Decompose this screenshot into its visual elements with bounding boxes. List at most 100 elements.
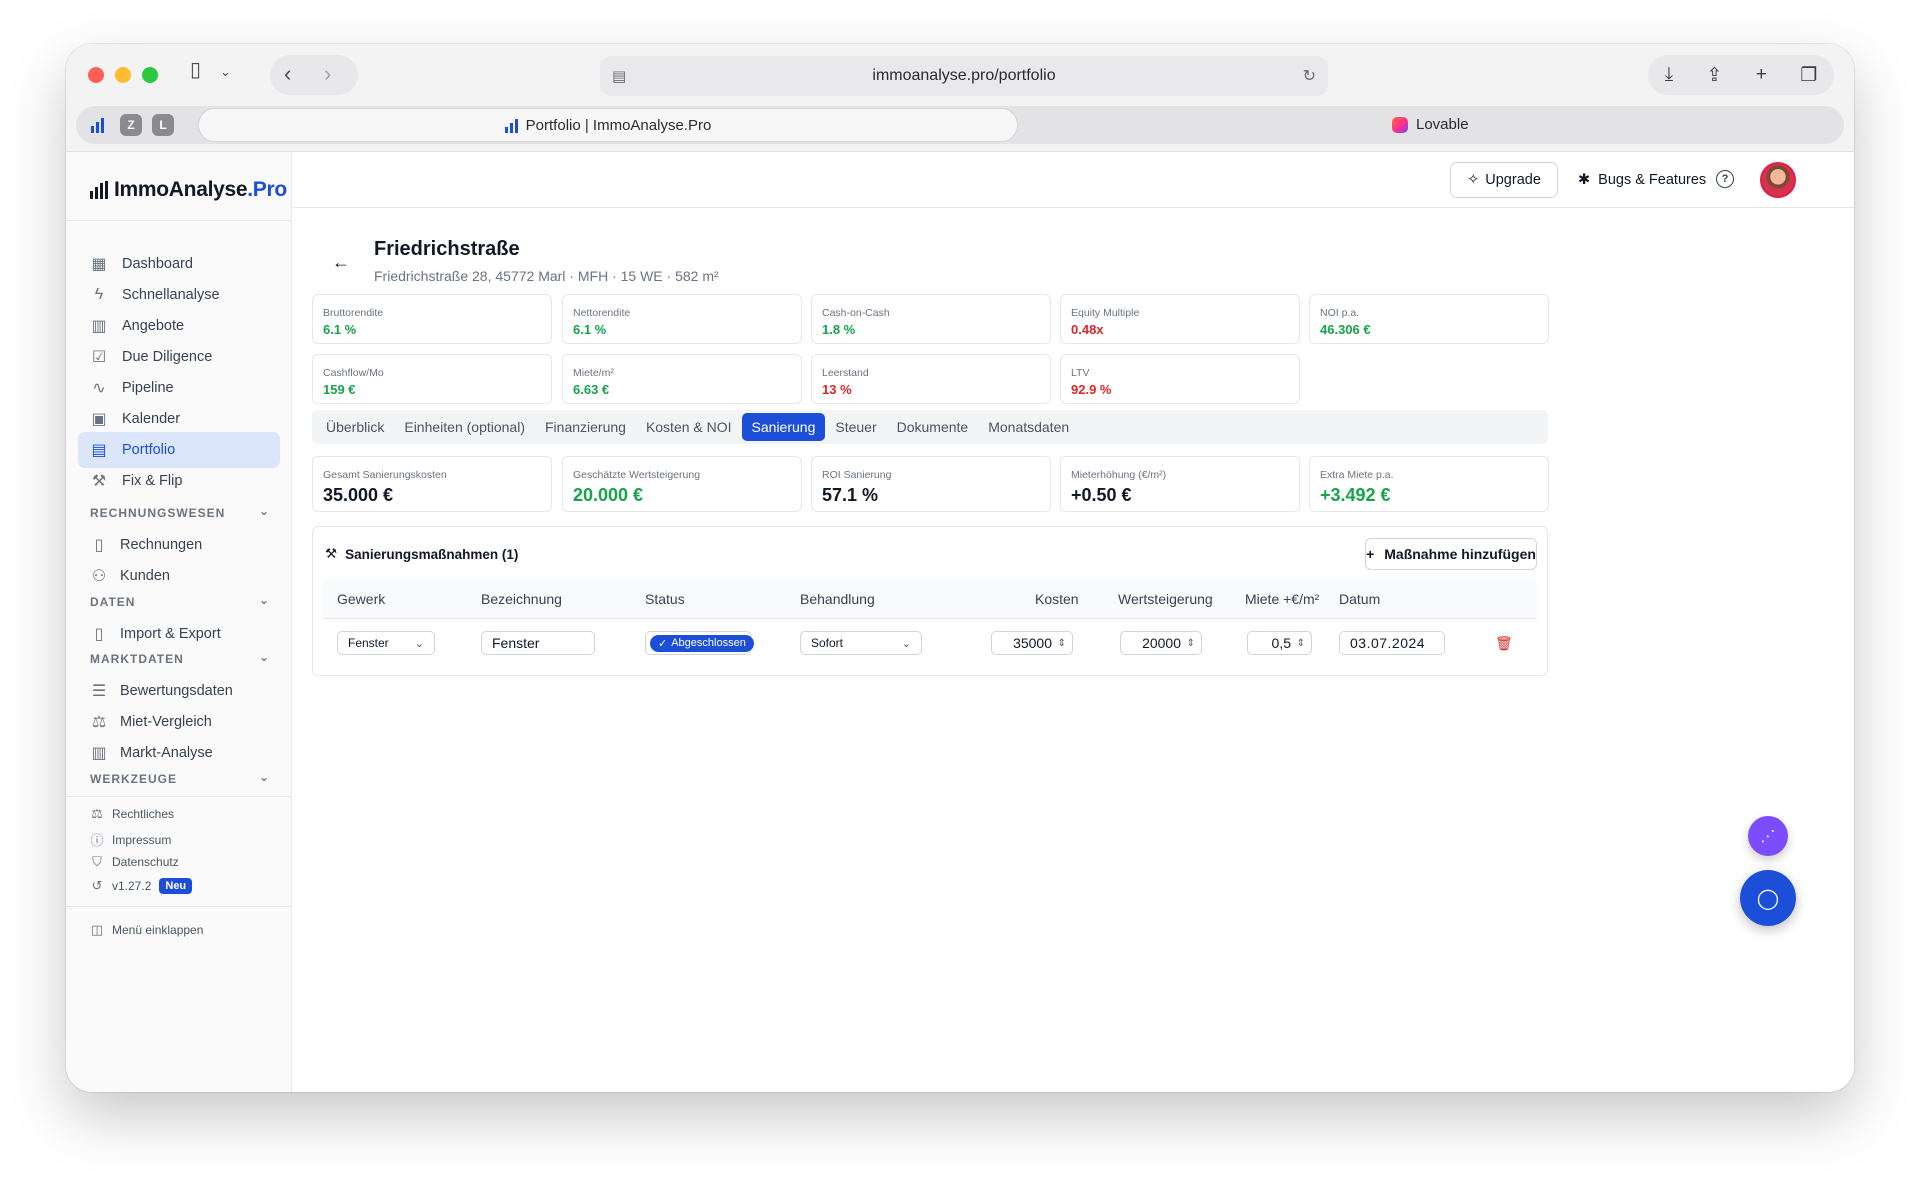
download-icon[interactable]: ⤓ <box>1665 64 1673 86</box>
grid-icon: ▦ <box>91 256 107 273</box>
behandlung-value: Sofort <box>811 636 844 650</box>
datum-input[interactable]: 03.07.2024 <box>1339 631 1445 655</box>
column-header-kosten: Kosten <box>1035 591 1079 607</box>
link-impressum[interactable]: ⓘ Impressum <box>90 830 171 849</box>
chevron-down-icon: ⌄ <box>258 650 270 664</box>
kpi-label: Miete/m² <box>573 367 614 379</box>
kpi-label: NOI p.a. <box>1320 307 1360 319</box>
stat-card-roi: ROI Sanierung 57.1 % <box>811 456 1051 512</box>
forward-icon[interactable]: › <box>324 63 331 85</box>
wertsteigerung-input[interactable]: 20000 ⇕ <box>1120 631 1202 655</box>
section-marktdaten[interactable]: MARKTDATEN ⌄ <box>90 650 270 666</box>
maximize-window-button[interactable] <box>142 67 158 83</box>
section-title: WERKZEUGE <box>90 772 177 786</box>
tab-finanzierung[interactable]: Finanzierung <box>535 413 636 441</box>
wertsteigerung-value: 20000 <box>1142 635 1181 651</box>
check-icon: ✓ <box>658 637 668 650</box>
stat-label: Gesamt Sanierungskosten <box>323 469 447 481</box>
miete-input[interactable]: 0,5 ⇕ <box>1247 631 1312 655</box>
link-datenschutz[interactable]: ⛉ Datenschutz <box>90 854 179 870</box>
section-daten[interactable]: DATEN ⌄ <box>90 593 270 609</box>
kpi-card: Bruttorendite 6.1 % <box>312 294 552 344</box>
property-title: Friedrichstraße <box>374 238 520 260</box>
nav-label: Kalender <box>122 411 181 427</box>
tab-kosten-noi[interactable]: Kosten & NOI <box>636 413 742 441</box>
upgrade-button[interactable]: ✧ Upgrade <box>1450 162 1558 198</box>
bugs-features-button[interactable]: ✱ Bugs & Features <box>1578 162 1706 198</box>
tab-overview-icon[interactable]: ❐ <box>1800 64 1817 87</box>
minimize-window-button[interactable] <box>115 67 131 83</box>
info-icon: ⓘ <box>90 833 104 848</box>
back-arrow-icon[interactable]: ← <box>332 252 350 273</box>
file-icon: ▯ <box>94 626 104 643</box>
pinned-tab-l[interactable]: L <box>152 114 174 136</box>
nav-label: Pipeline <box>122 380 174 396</box>
add-measure-button[interactable]: + Maßnahme hinzufügen <box>1365 538 1537 570</box>
tab-monatsdaten[interactable]: Monatsdaten <box>978 413 1079 441</box>
trash-icon[interactable]: 🗑 <box>1495 635 1513 652</box>
reload-icon[interactable]: ↻ <box>1303 66 1316 86</box>
page-settings-icon[interactable]: ▤ <box>612 67 626 85</box>
stepper-icon[interactable]: ⇕ <box>1058 638 1066 649</box>
sidebar-toggle-icon[interactable]: ▯ <box>190 60 201 80</box>
chat-fab[interactable]: ◯ <box>1740 870 1796 926</box>
address-bar[interactable]: ▤ immoanalyse.pro/portfolio ↻ <box>600 56 1328 96</box>
collapse-menu-button[interactable]: ◫ Menü einklappen <box>90 922 204 938</box>
tab-ueberblick[interactable]: Überblick <box>316 413 394 441</box>
app-logo[interactable]: ImmoAnalyse.Pro <box>90 178 287 202</box>
column-header-bezeichnung: Bezeichnung <box>481 591 562 607</box>
share-fab[interactable]: ⋰ <box>1748 816 1788 856</box>
nav-item-fix-flip[interactable]: ⚒ Fix & Flip <box>78 463 280 499</box>
browser-tab-active[interactable]: Portfolio | ImmoAnalyse.Pro <box>198 108 1018 142</box>
chevron-down-icon[interactable]: ⌄ <box>220 62 231 82</box>
version-label: v1.27.2 <box>112 879 152 893</box>
kpi-card: Nettorendite 6.1 % <box>562 294 802 344</box>
database-icon: ☰ <box>91 683 107 700</box>
kosten-input[interactable]: 35000 ⇕ <box>991 631 1073 655</box>
bezeichnung-input[interactable]: Fenster <box>481 631 595 655</box>
stepper-icon[interactable]: ⇕ <box>1187 638 1195 649</box>
tab-title: Portfolio | ImmoAnalyse.Pro <box>525 116 712 134</box>
help-icon[interactable]: ? <box>1716 170 1734 188</box>
close-window-button[interactable] <box>88 67 104 83</box>
stat-value: +3.492 € <box>1320 485 1391 505</box>
back-icon[interactable]: ‹ <box>284 63 291 85</box>
tab-sanierung[interactable]: Sanierung <box>741 413 826 441</box>
nav-item-miet-vergleich[interactable]: ⚖ Miet-Vergleich <box>90 712 212 732</box>
nav-item-bewertungsdaten[interactable]: ☰ Bewertungsdaten <box>90 681 233 701</box>
nav-item-markt-analyse[interactable]: ▥ Markt-Analyse <box>90 743 213 763</box>
url-text: immoanalyse.pro/portfolio <box>872 67 1056 84</box>
stat-value: 35.000 € <box>323 485 394 505</box>
stat-label: Mieterhöhung (€/m²) <box>1071 469 1167 481</box>
kpi-value: 13 % <box>822 382 852 397</box>
nav-item-kunden[interactable]: ⚇ Kunden <box>90 566 170 586</box>
nav-item-import-export[interactable]: ▯ Import & Export <box>90 624 221 644</box>
link-label: Rechtliches <box>112 807 175 821</box>
version-info[interactable]: ↺ v1.27.2 Neu <box>90 878 193 894</box>
nav-label: Markt-Analyse <box>120 745 213 761</box>
nav-item-rechnungen[interactable]: ▯ Rechnungen <box>90 535 203 555</box>
section-rechnungswesen[interactable]: RECHNUNGSWESEN ⌄ <box>90 504 270 520</box>
tab-steuer[interactable]: Steuer <box>825 413 886 441</box>
share-icon[interactable]: ⇪ <box>1706 64 1722 87</box>
browser-tab-lovable[interactable]: Lovable <box>1392 116 1469 133</box>
tab-einheiten[interactable]: Einheiten (optional) <box>394 413 535 441</box>
behandlung-select[interactable]: Sofort ⌄ <box>800 631 922 655</box>
user-avatar[interactable] <box>1760 162 1796 198</box>
status-select[interactable]: ✓ Abgeschlossen <box>645 631 754 655</box>
building-icon: ▥ <box>91 318 107 335</box>
measures-title-text: Sanierungsmaßnahmen (1) <box>345 546 519 562</box>
kpi-value: 159 € <box>323 382 356 397</box>
link-rechtliches[interactable]: ⚖ Rechtliches <box>90 806 174 822</box>
pinned-tab-immoanalyse[interactable] <box>86 114 108 136</box>
section-werkzeuge[interactable]: WERKZEUGE ⌄ <box>90 770 270 786</box>
kpi-value: 6.1 % <box>573 322 607 337</box>
hammer-icon: ⚒ <box>91 473 107 490</box>
scale-icon: ⚖ <box>91 806 103 821</box>
stepper-icon[interactable]: ⇕ <box>1297 638 1305 649</box>
bar-chart-icon: ▥ <box>91 745 107 762</box>
new-tab-icon[interactable]: + <box>1756 64 1767 86</box>
tab-dokumente[interactable]: Dokumente <box>887 413 979 441</box>
pinned-tab-z[interactable]: Z <box>120 114 142 136</box>
gewerk-select[interactable]: Fenster ⌄ <box>337 631 435 655</box>
